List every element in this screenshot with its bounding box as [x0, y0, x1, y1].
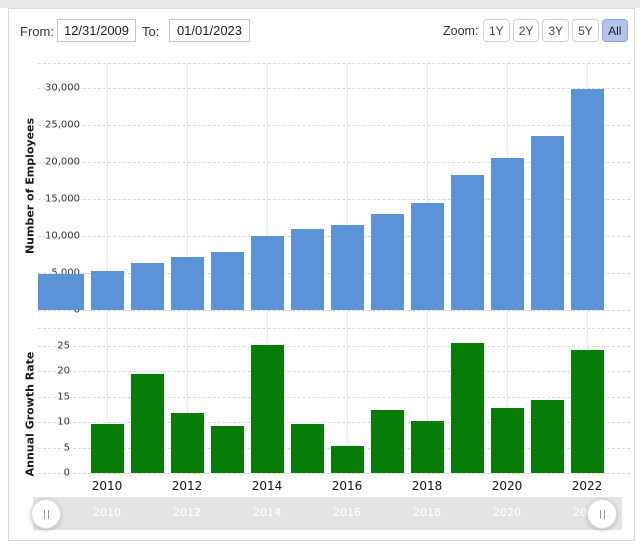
x-axis-label: 2020	[492, 479, 523, 493]
employees-bar[interactable]	[411, 203, 444, 310]
employees-bar[interactable]	[171, 257, 204, 310]
x-axis-label: 2018	[412, 479, 443, 493]
growth-bar[interactable]	[131, 374, 164, 473]
from-label: From:	[20, 24, 54, 39]
y-tick-label: 30,000	[45, 83, 80, 94]
employees-bar[interactable]	[131, 263, 164, 310]
y-axis-title-employees: Number of Employees	[24, 118, 37, 254]
growth-bar[interactable]	[331, 446, 364, 473]
employees-bar[interactable]	[531, 136, 564, 310]
from-date-input[interactable]	[57, 19, 136, 42]
x-axis-label: 2022	[572, 479, 603, 493]
x-axis-label: 2016	[332, 479, 363, 493]
navigator-year-label: 2018	[413, 506, 441, 519]
y-tick-label: 0	[64, 468, 70, 479]
y-tick-label: 15,000	[45, 194, 80, 205]
employees-bar[interactable]	[91, 271, 124, 310]
plot-top-border	[38, 328, 630, 329]
h-gridline	[38, 397, 630, 398]
drag-handle-icon	[604, 510, 605, 519]
growth-bar[interactable]	[411, 421, 444, 473]
employees-bar[interactable]	[211, 252, 244, 310]
y-tick-label: 10,000	[45, 231, 80, 242]
growth-bar[interactable]	[531, 400, 564, 473]
h-gridline	[38, 125, 630, 126]
zoom-button-5y[interactable]: 5Y	[572, 19, 599, 42]
h-gridline	[38, 371, 630, 372]
navigator-year-label: 2014	[253, 506, 281, 519]
y-tick-label: 20,000	[45, 157, 80, 168]
employees-bar[interactable]	[371, 214, 404, 310]
employees-bar[interactable]	[491, 158, 524, 310]
y-tick-label: 25,000	[45, 120, 80, 131]
growth-bar[interactable]	[91, 424, 124, 473]
h-gridline	[38, 473, 630, 474]
navigator-year-label: 2012	[173, 506, 201, 519]
y-tick-label: 15	[57, 391, 70, 402]
employees-bar[interactable]	[251, 236, 284, 310]
drag-handle-icon	[48, 510, 49, 519]
plot-top-border	[38, 63, 630, 64]
y-tick-label: 25	[57, 341, 70, 352]
y-tick-label: 20	[57, 366, 70, 377]
zoom-label: Zoom:	[443, 24, 478, 38]
x-axis-label: 2010	[92, 479, 123, 493]
drag-handle-icon	[600, 510, 601, 519]
x-axis-label: 2012	[172, 479, 203, 493]
employees-bar[interactable]	[38, 274, 84, 310]
employees-bar[interactable]	[291, 229, 324, 310]
top-strip	[0, 0, 640, 8]
growth-bar[interactable]	[451, 343, 484, 473]
y-axis-title-growth: Annual Growth Rate	[24, 352, 37, 477]
navigator-year-label: 2010	[93, 506, 121, 519]
to-label: To:	[142, 24, 159, 39]
y-tick-label: 10	[57, 417, 70, 428]
growth-bar[interactable]	[211, 426, 244, 473]
to-date-input[interactable]	[169, 19, 250, 42]
growth-bar[interactable]	[371, 410, 404, 474]
growth-bar[interactable]	[571, 350, 604, 473]
zoom-button-group: 1Y2Y3Y5YAll	[483, 19, 628, 42]
zoom-button-3y[interactable]: 3Y	[542, 19, 569, 42]
chart-widget: From: To: Zoom: 1Y2Y3Y5YAll Number of Em…	[0, 0, 640, 550]
range-navigator-track[interactable]	[33, 497, 622, 530]
growth-bar[interactable]	[251, 345, 284, 473]
h-gridline	[38, 346, 630, 347]
h-gridline	[38, 310, 630, 311]
drag-handle-icon	[44, 510, 45, 519]
employees-bar[interactable]	[331, 225, 364, 310]
navigator-year-label: 2020	[493, 506, 521, 519]
employees-bar[interactable]	[451, 175, 484, 310]
navigator-left-handle[interactable]	[31, 499, 61, 529]
navigator-right-handle[interactable]	[587, 499, 617, 529]
zoom-button-1y[interactable]: 1Y	[483, 19, 510, 42]
navigator-year-label: 2016	[333, 506, 361, 519]
zoom-button-2y[interactable]: 2Y	[513, 19, 540, 42]
growth-bar[interactable]	[491, 408, 524, 473]
x-axis-label: 2014	[252, 479, 283, 493]
employees-bar[interactable]	[571, 89, 604, 310]
y-tick-label: 5	[64, 442, 70, 453]
h-gridline	[38, 88, 630, 89]
growth-bar[interactable]	[291, 424, 324, 473]
growth-bar[interactable]	[171, 413, 204, 473]
zoom-button-all[interactable]: All	[602, 19, 628, 42]
